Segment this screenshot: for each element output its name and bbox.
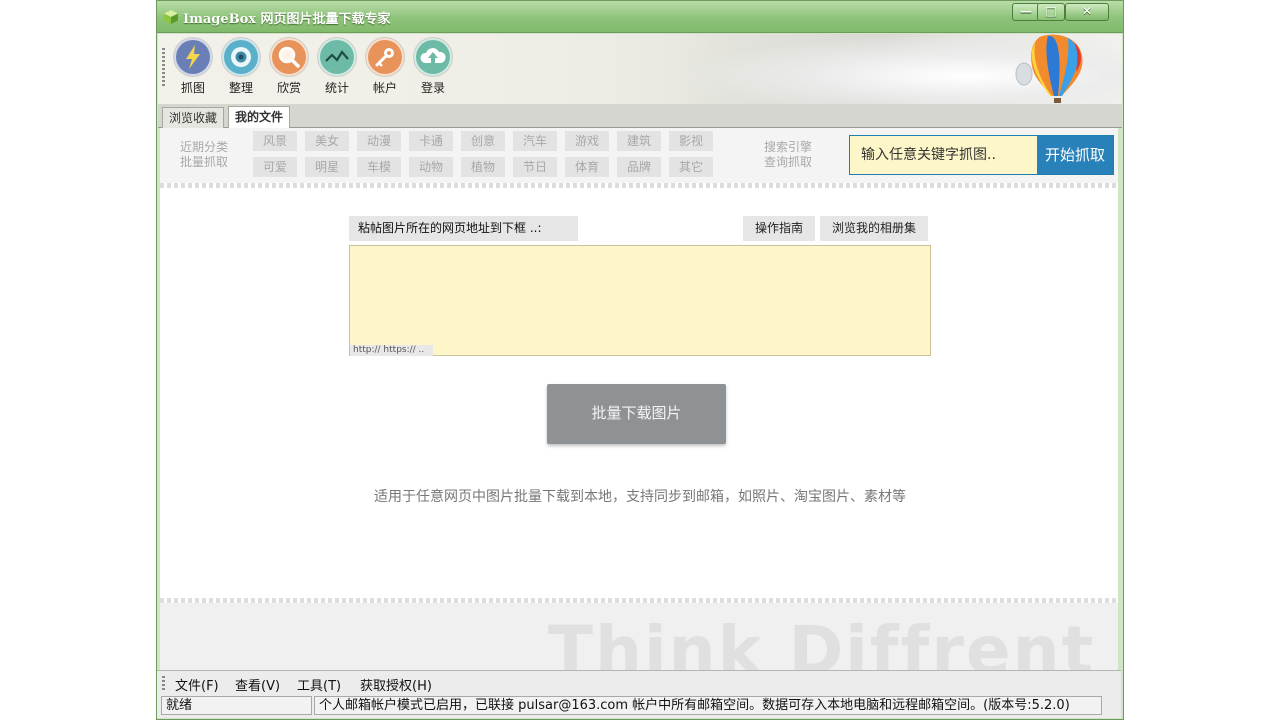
- view-tool-label: 欣赏: [276, 81, 301, 95]
- category-chip[interactable]: 品牌: [617, 157, 661, 177]
- grab-tool-label: 抓图: [180, 81, 205, 95]
- line-chart-icon: [318, 38, 356, 76]
- status-state: 就绪: [161, 696, 312, 715]
- category-chip[interactable]: 植物: [461, 157, 505, 177]
- stats-tool-label: 统计: [324, 81, 349, 95]
- menu-file[interactable]: 文件(F): [175, 675, 219, 694]
- tab-browse-favorites[interactable]: 浏览收藏: [162, 107, 225, 128]
- imagebox-logo-icon: [164, 10, 178, 24]
- main-toolbar: 抓图 整理 欣赏 统计 帐户 登录: [158, 34, 1122, 104]
- hot-air-balloon-icon: [1015, 34, 1083, 103]
- category-chip[interactable]: 创意: [461, 131, 505, 151]
- guide-button[interactable]: 操作指南: [743, 216, 815, 241]
- title-bar: ImageBox 网页图片批量下载专家 — □ ✕: [157, 1, 1123, 33]
- view-tool-button[interactable]: 欣赏: [266, 38, 312, 96]
- menu-grip[interactable]: [162, 676, 165, 691]
- grab-tool-button[interactable]: 抓图: [170, 38, 216, 96]
- category-chip[interactable]: 可爱: [253, 157, 297, 177]
- category-chip[interactable]: 风景: [253, 131, 297, 151]
- browse-album-button[interactable]: 浏览我的相册集: [820, 216, 928, 241]
- maximize-button[interactable]: □: [1037, 3, 1065, 21]
- login-tool-label: 登录: [420, 81, 445, 95]
- tab-my-files[interactable]: 我的文件: [228, 106, 291, 128]
- account-tool-label: 帐户: [372, 81, 397, 95]
- category-chip[interactable]: 动漫: [357, 131, 401, 151]
- status-bar: 就绪 个人邮箱帐户模式已启用，已联接 pulsar@163.com 帐户中所有邮…: [157, 694, 1121, 718]
- category-chip[interactable]: 体育: [565, 157, 609, 177]
- category-chip[interactable]: 动物: [409, 157, 453, 177]
- toolbar-grip[interactable]: [162, 48, 165, 88]
- menu-license[interactable]: 获取授权(H): [360, 675, 432, 694]
- eye-icon: [222, 38, 260, 76]
- category-chip[interactable]: 其它: [669, 157, 713, 177]
- status-message: 个人邮箱帐户模式已启用，已联接 pulsar@163.com 帐户中所有邮箱空间…: [314, 696, 1102, 715]
- watermark-text: Think Diffrent: [548, 612, 1096, 670]
- category-chip[interactable]: 明星: [305, 157, 349, 177]
- category-chip[interactable]: 影视: [669, 131, 713, 151]
- lightning-icon: [174, 38, 212, 76]
- minimize-button[interactable]: —: [1012, 3, 1040, 21]
- stats-tool-button[interactable]: 统计: [314, 38, 360, 96]
- organize-tool-label: 整理: [228, 81, 253, 95]
- organize-tool-button[interactable]: 整理: [218, 38, 264, 96]
- search-engine-label: 搜索引擎 查询抓取: [764, 140, 813, 169]
- magnifier-icon: [270, 38, 308, 76]
- category-chip[interactable]: 游戏: [565, 131, 609, 151]
- menu-tools[interactable]: 工具(T): [297, 675, 341, 694]
- key-icon: [366, 38, 404, 76]
- window-title: ImageBox 网页图片批量下载专家: [183, 12, 391, 27]
- menu-bar: 文件(F) 查看(V) 工具(T) 获取授权(H): [157, 670, 1121, 694]
- tab-strip: 浏览收藏 我的文件: [158, 104, 1122, 128]
- account-tool-button[interactable]: 帐户: [362, 38, 408, 96]
- category-chip[interactable]: 车模: [357, 157, 401, 177]
- url-hint: http:// https:// ..: [350, 345, 433, 356]
- category-chip[interactable]: 汽车: [513, 131, 557, 151]
- category-chip[interactable]: 节日: [513, 157, 557, 177]
- keyword-search-box: 开始抓取: [849, 135, 1114, 175]
- recent-category-label: 近期分类 批量抓取: [180, 140, 229, 169]
- feature-description: 适用于任意网页中图片批量下载到本地，支持同步到邮箱，如照片、淘宝图片、素材等: [374, 489, 906, 505]
- login-tool-button[interactable]: 登录: [410, 38, 456, 96]
- close-button[interactable]: ✕: [1065, 3, 1109, 21]
- url-textarea[interactable]: [349, 245, 931, 356]
- keyword-search-input[interactable]: [850, 136, 1036, 174]
- start-grab-button[interactable]: 开始抓取: [1037, 136, 1113, 174]
- cloud-upload-icon: [414, 38, 452, 76]
- menu-view[interactable]: 查看(V): [235, 675, 280, 694]
- category-chip[interactable]: 建筑: [617, 131, 661, 151]
- url-label: 粘帖图片所在的网页地址到下框 ..:: [349, 216, 578, 241]
- footer-banner: Think Diffrent: [160, 598, 1118, 670]
- category-chip[interactable]: 美女: [305, 131, 349, 151]
- category-chip[interactable]: 卡通: [409, 131, 453, 151]
- batch-download-button[interactable]: 批量下载图片: [547, 384, 726, 444]
